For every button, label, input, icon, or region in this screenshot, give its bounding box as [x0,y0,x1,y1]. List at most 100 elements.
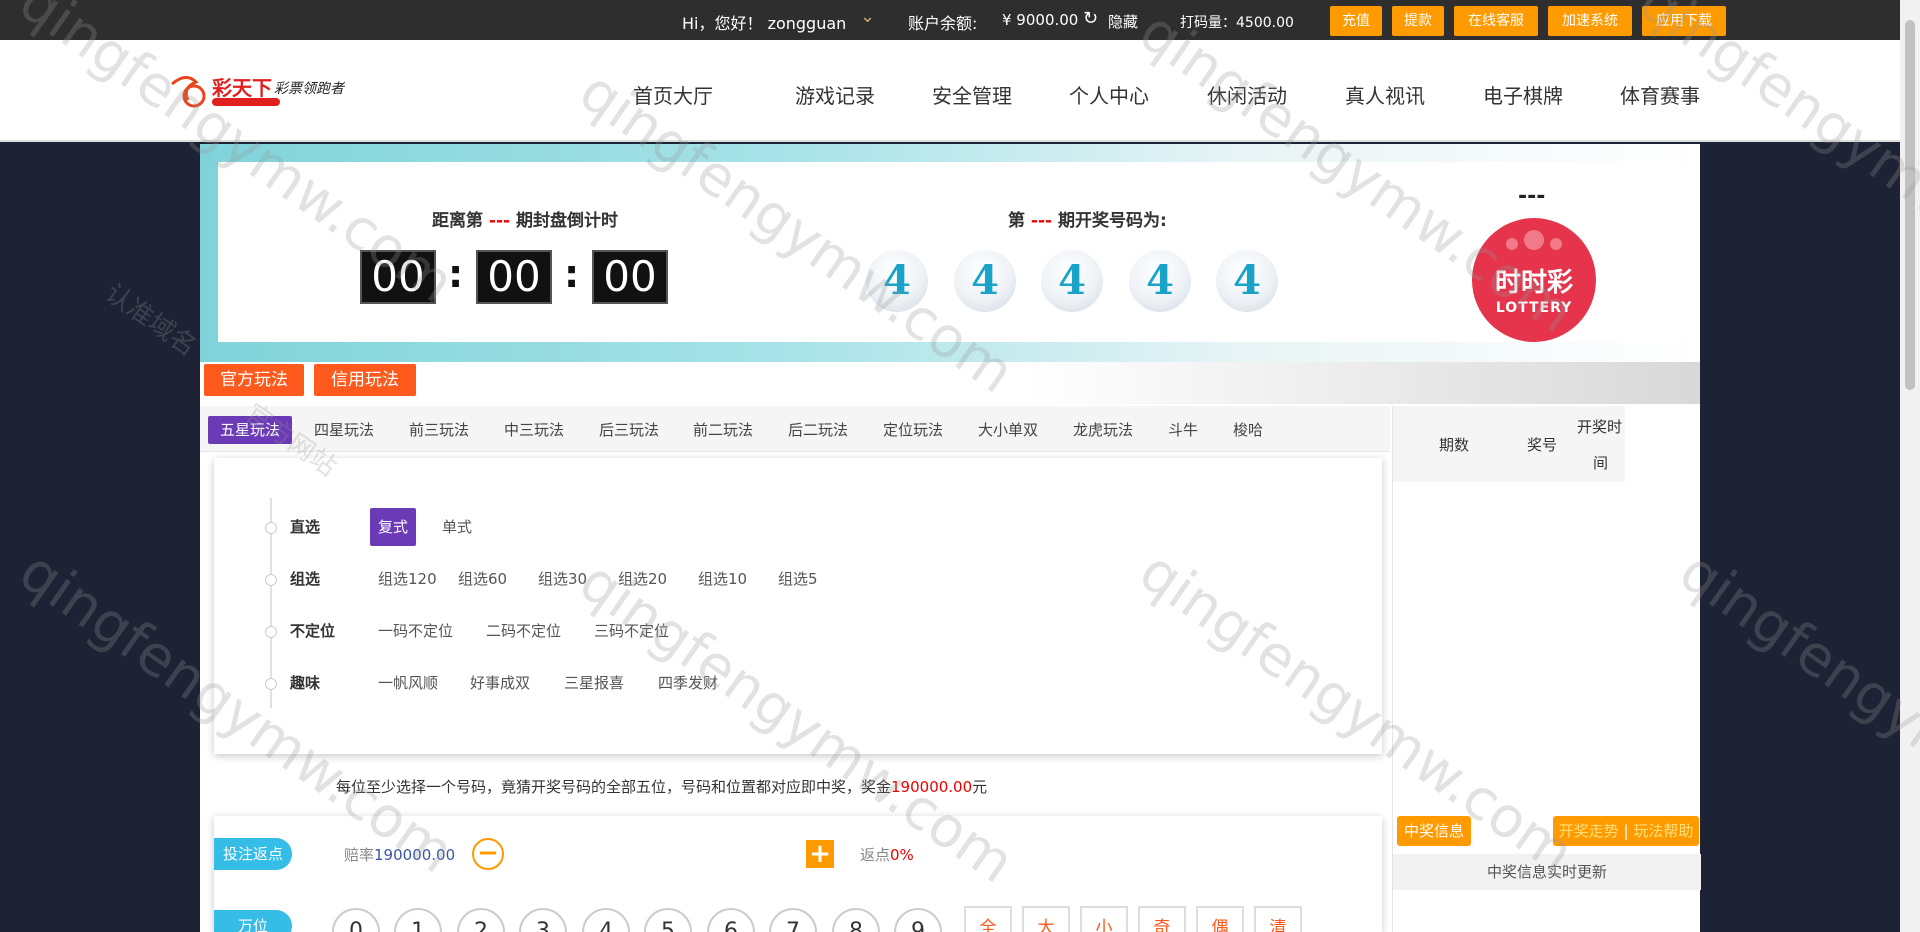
logo-text: 彩天下 [212,76,272,100]
watermark: 认准域名 [99,278,202,363]
option-fun-2[interactable]: 好事成双 [470,668,530,698]
countdown-title: 距离第 --- 期封盘倒计时 [432,206,618,231]
draw-ball: 4 [954,250,1016,312]
tab-showhand[interactable]: 梭哈 [1233,416,1263,444]
tab-back-two[interactable]: 后二玩法 [788,416,848,444]
number-ball[interactable]: 8 [832,908,880,932]
withdraw-button[interactable]: 提款 [1392,6,1444,36]
option-group5[interactable]: 组选5 [778,564,818,594]
balance-label: 账户余额: [908,14,978,33]
realtime-update: 中奖信息实时更新 [1393,854,1701,890]
trend-help-group: 开奖走势 | 玩法帮助 [1553,816,1699,846]
main-panel: 距离第 --- 期封盘倒计时 00 : 00 : 00 第 --- 期开奖号码为… [200,144,1701,932]
number-ball[interactable]: 4 [582,908,630,932]
timeline-dot [265,678,277,690]
trend-link[interactable]: 开奖走势 [1559,822,1619,840]
number-ball[interactable]: 3 [519,908,567,932]
option-fushi[interactable]: 复式 [370,508,417,546]
tab-five-star[interactable]: 五星玩法 [208,416,293,444]
plus-icon[interactable]: + [806,840,834,868]
mode-official[interactable]: 官方玩法 [204,364,304,396]
mode-credit[interactable]: 信用玩法 [314,364,416,396]
number-ball[interactable]: 1 [394,908,442,932]
nav-live[interactable]: 真人视讯 [1345,80,1425,109]
online-service-button[interactable]: 在线客服 [1454,6,1538,36]
countdown-minutes: 00 [476,250,552,304]
tab-front-three[interactable]: 前三玩法 [409,416,469,444]
play-tabs: 五星玩法 四星玩法 前三玩法 中三玩法 后三玩法 前二玩法 后二玩法 定位玩法 … [200,406,1390,452]
accelerate-button[interactable]: 加速系统 [1548,6,1632,36]
option-group30[interactable]: 组选30 [538,564,587,594]
logo-slogan: 彩票领跑者 [274,81,344,97]
side-panel: 期数 奖号 开奖时 间 中奖信息 开奖走势 | 玩法帮助 中奖信息实时更新 [1392,406,1701,932]
number-ball[interactable]: 0 [332,908,380,932]
nav-chess[interactable]: 电子棋牌 [1483,80,1563,109]
rebate-display: 返点0% [860,844,914,865]
number-ball[interactable]: 6 [707,908,755,932]
option-group20[interactable]: 组选20 [618,564,667,594]
tab-back-three[interactable]: 后三玩法 [599,416,659,444]
win-info-button[interactable]: 中奖信息 [1397,816,1471,846]
option-fun-1[interactable]: 一帆风顺 [378,668,438,698]
help-link[interactable]: 玩法帮助 [1633,822,1693,840]
site-logo[interactable]: 彩天下 彩票领跑者 [168,70,358,116]
dama-amount: 打码量：4500.00 [1180,15,1294,31]
countdown-hours: 00 [360,250,436,304]
scrollbar-thumb[interactable] [1905,20,1915,390]
minus-icon[interactable]: − [472,838,504,870]
recharge-button[interactable]: 充值 [1330,6,1382,36]
balance-value: ¥ 9000.00 [1002,11,1079,29]
hide-balance-link[interactable]: 隐藏 [1108,11,1138,32]
number-ball[interactable]: 2 [457,908,505,932]
chevron-down-icon[interactable]: ⌄ [860,6,875,27]
quick-clear-button[interactable]: 清 [1254,906,1302,932]
draw-ball: 4 [1129,250,1191,312]
tab-front-two[interactable]: 前二玩法 [693,416,753,444]
tab-mid-three[interactable]: 中三玩法 [504,416,564,444]
option-group120[interactable]: 组选120 [378,564,437,594]
draw-suffix: 期开奖号码为: [1058,211,1167,231]
nav-leisure[interactable]: 休闲活动 [1207,80,1287,109]
option-fun-4[interactable]: 四季发财 [658,668,718,698]
quick-small-button[interactable]: 小 [1080,906,1128,932]
tab-four-star[interactable]: 四星玩法 [314,416,374,444]
number-ball[interactable]: 5 [644,908,692,932]
quick-all-button[interactable]: 全 [964,906,1012,932]
position-pill: 万位 [214,910,292,932]
option-group60[interactable]: 组选60 [458,564,507,594]
option-two-nonfixed[interactable]: 二码不定位 [486,616,561,646]
countdown-issue: --- [488,211,511,231]
banner-inner: 距离第 --- 期封盘倒计时 00 : 00 : 00 第 --- 期开奖号码为… [218,162,1682,342]
option-fun-3[interactable]: 三星报喜 [564,668,624,698]
option-three-nonfixed[interactable]: 三码不定位 [594,616,669,646]
nav-security[interactable]: 安全管理 [932,80,1012,109]
nav-sports[interactable]: 体育赛事 [1620,80,1700,109]
number-ball[interactable]: 9 [894,908,942,932]
refresh-icon[interactable]: ↻ [1083,8,1098,29]
next-issue-dash: --- [1518,184,1546,209]
quick-even-button[interactable]: 偶 [1196,906,1244,932]
row-label-fun: 趣味 [290,674,321,692]
option-one-nonfixed[interactable]: 一码不定位 [378,616,453,646]
mode-bar: 官方玩法 信用玩法 [200,362,1700,404]
countdown-seconds: 00 [592,250,668,304]
lottery-en: LOTTERY [1495,300,1573,316]
history-table-header: 期数 奖号 开奖时 间 [1393,406,1625,482]
nav-game-records[interactable]: 游戏记录 [795,80,875,109]
option-group10[interactable]: 组选10 [698,564,747,594]
number-ball[interactable]: 7 [769,908,817,932]
row-label-nonfixed: 不定位 [290,622,336,640]
page-scrollbar[interactable] [1900,0,1920,932]
option-danshi[interactable]: 单式 [442,512,472,542]
tab-dragon-tiger[interactable]: 龙虎玩法 [1073,416,1133,444]
nav-personal[interactable]: 个人中心 [1069,80,1149,109]
quick-big-button[interactable]: 大 [1022,906,1070,932]
lottery-banner: 距离第 --- 期封盘倒计时 00 : 00 : 00 第 --- 期开奖号码为… [200,144,1700,362]
nav-home[interactable]: 首页大厅 [633,80,713,109]
countdown-colon: : [448,252,464,296]
tab-position[interactable]: 定位玩法 [883,416,943,444]
app-download-button[interactable]: 应用下载 [1642,6,1726,36]
tab-big-small[interactable]: 大小单双 [978,416,1038,444]
quick-odd-button[interactable]: 奇 [1138,906,1186,932]
tab-bull[interactable]: 斗牛 [1168,416,1198,444]
